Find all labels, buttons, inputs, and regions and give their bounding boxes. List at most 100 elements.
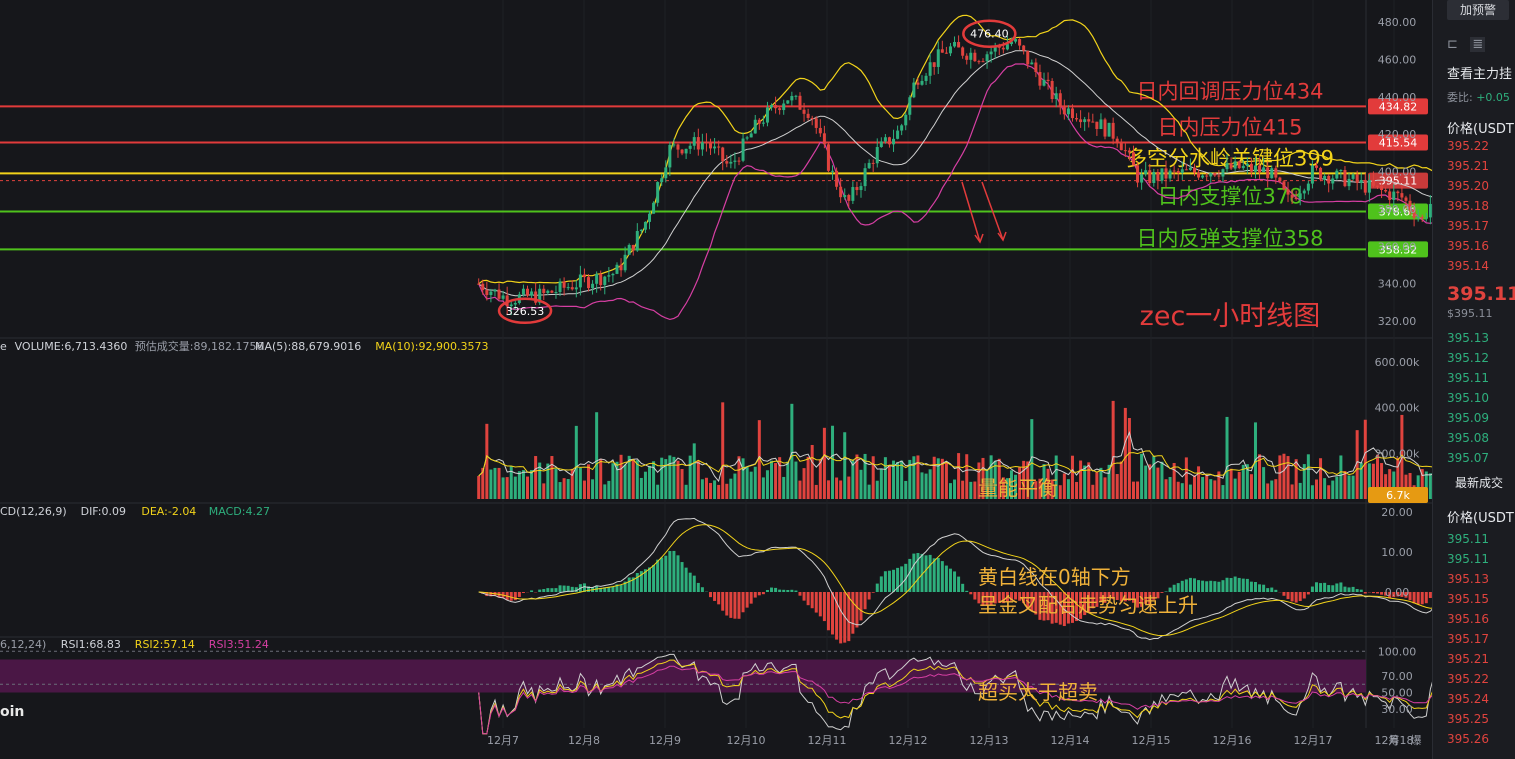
candle-body [1070,108,1074,119]
volume-bar [582,480,586,499]
candle-body [916,82,920,85]
macd-histogram-bar [684,567,688,592]
candle-body [700,142,704,150]
volume-bar [896,461,900,499]
candle-body [948,46,952,54]
chart-title: zec一小时线图 [1140,301,1321,332]
candle-body [1054,93,1058,100]
candle-body [582,274,586,278]
volume-bar [765,470,769,499]
macd-histogram-bar [721,592,725,611]
macd-histogram-bar [892,569,896,592]
volume-bar [782,476,786,499]
macd-histogram-bar [1302,592,1306,599]
high-price-label: 476.40 [970,28,1009,41]
macd-histogram-bar [1310,586,1314,592]
volume-bar [1262,467,1266,499]
volume-bar [879,468,883,499]
volume-bar [1319,458,1323,499]
candle-body [1136,165,1140,183]
macd-histogram-bar [1229,578,1233,592]
bids-item: 395.12 [1447,351,1489,365]
candle-body [631,244,635,251]
add-alert-button[interactable]: 加预警 [1447,0,1509,20]
volume-bar [477,476,481,499]
candle-body [1347,178,1351,187]
volume-bar [1172,462,1176,499]
candle-body [1290,194,1294,198]
volume-bar [648,465,652,499]
volume-bar [887,465,891,499]
candle-body [1107,122,1111,137]
volume-bar [973,481,977,499]
macd-histogram-bar [1168,587,1172,592]
layout-icon[interactable]: ⊏ [1447,37,1458,52]
volume-bar [1156,467,1160,499]
macd-histogram-bar [1314,582,1318,592]
macd-histogram-bar [1197,580,1201,592]
candle-body [1416,217,1420,219]
macd-histogram-bar [757,592,761,596]
macd-histogram-bar [558,585,562,592]
volume-bar [1347,475,1351,499]
candle-body [1123,150,1127,152]
toolbar-icons[interactable]: ⊏ ≣ [1447,37,1486,52]
volume-bar [700,479,704,499]
candle-body [863,168,867,187]
macd-histogram-bar [944,565,948,592]
candle-body [989,51,993,55]
candle-body [501,295,505,299]
candle-body [1400,193,1404,198]
volume-bar [611,463,615,499]
candle-body [1375,185,1379,187]
volume-bar [725,483,729,499]
candlestick-chart[interactable]: 日内回调压力位434434.82日内压力位415415.54多空分水岭关键位39… [0,0,1432,759]
volume-bar [928,469,932,499]
volume-bar [489,469,493,499]
volume-bar [1123,407,1127,499]
macd-histogram-bar [696,582,700,592]
bids-item: 395.09 [1447,411,1489,425]
candle-body [704,142,708,144]
volume-bar [1062,473,1066,499]
candle-body [1099,119,1103,129]
volume-bar [822,427,826,499]
macd-histogram-bar [660,557,664,592]
macd-histogram-bar [855,592,859,628]
candle-body [1306,183,1310,191]
volume-bar [1188,484,1192,499]
macd-histogram-bar [924,555,928,592]
candle-body [1363,180,1367,193]
volume-bar [790,403,794,499]
candle-body [936,49,940,67]
candle-body [1310,165,1314,184]
macd-histogram-bar [822,592,826,622]
macd-histogram-bar [538,589,542,592]
candle-body [477,283,481,285]
volume-bar [1294,459,1298,499]
level-label: 日内支撑位378 [1157,184,1302,208]
trades-item: 395.25 [1447,712,1489,726]
volume-bar [798,480,802,499]
candle-body [847,195,851,201]
volume-bar [684,484,688,499]
list-icon[interactable]: ≣ [1470,37,1486,52]
candle-body [802,109,806,114]
volume-bar [818,459,822,499]
candle-body [851,187,855,201]
volume-bar [1310,485,1314,499]
depth-title[interactable]: 查看主力挂 [1447,63,1512,82]
candle-body [1323,175,1327,180]
macd-histogram-bar [1249,581,1253,592]
volume-bar [1160,461,1164,499]
volume-bar [643,471,647,499]
bids-item: 395.08 [1447,431,1489,445]
trades-item: 395.15 [1447,592,1489,606]
volume-bar [1091,484,1095,499]
volume-bar [1306,454,1310,499]
volume-bar [802,468,806,499]
volume-bar [521,470,525,499]
macd-histogram-bar [961,583,965,592]
rsi-band [0,659,1366,693]
trades-title[interactable]: 最新成交 [1455,474,1503,491]
